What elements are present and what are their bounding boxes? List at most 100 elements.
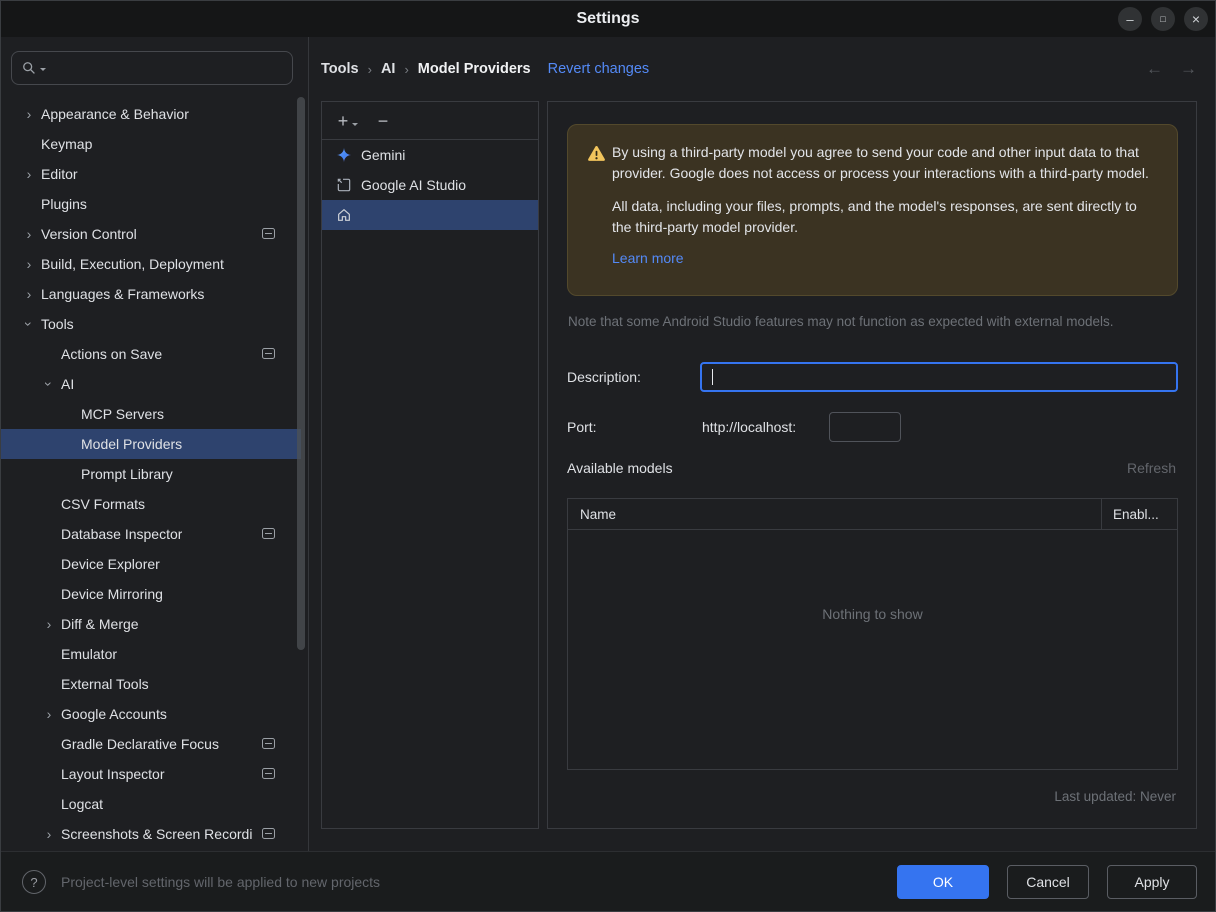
configurable-badge-icon <box>262 228 275 239</box>
sidebar-item-label: Tools <box>41 316 74 332</box>
sidebar-item-device-mirroring[interactable]: Device Mirroring <box>1 579 301 609</box>
settings-window: Settings – □ × › Appearance & Behavior Key… <box>0 0 1216 912</box>
sidebar-item-logcat[interactable]: Logcat <box>1 789 301 819</box>
ok-button[interactable]: OK <box>897 865 989 899</box>
providers-toolbar: + − <box>322 102 538 140</box>
provider-item-new[interactable] <box>322 200 538 230</box>
sidebar-item-gradle-declarative-focus[interactable]: Gradle Declarative Focus <box>1 729 301 759</box>
sidebar-item-label: AI <box>61 376 75 392</box>
sidebar-item-label: Device Mirroring <box>61 586 163 602</box>
sidebar-item-database-inspector[interactable]: Database Inspector <box>1 519 301 549</box>
sidebar-item-model-providers[interactable]: Model Providers <box>1 429 301 459</box>
sidebar-item-label: Appearance & Behavior <box>41 106 189 122</box>
column-header-name[interactable]: Name <box>568 507 616 522</box>
configurable-badge-icon <box>262 768 275 779</box>
sidebar-item-label: Plugins <box>41 196 87 212</box>
chevron-right-icon[interactable]: › <box>37 707 61 721</box>
add-provider-button[interactable]: + <box>335 112 358 130</box>
chevron-right-icon[interactable]: › <box>17 107 41 121</box>
sidebar-scrollbar[interactable] <box>297 97 305 650</box>
sidebar-item-mcp-servers[interactable]: MCP Servers <box>1 399 301 429</box>
sidebar-item-label: External Tools <box>61 676 149 692</box>
forward-icon[interactable]: → <box>1180 59 1197 79</box>
configurable-badge-icon <box>262 348 275 359</box>
gemini-icon <box>336 147 352 163</box>
models-table-header: Name Enabl... <box>568 499 1177 530</box>
search-history-chevron-icon[interactable] <box>40 67 46 74</box>
column-divider[interactable] <box>1101 499 1102 529</box>
sidebar-item-external-tools[interactable]: External Tools <box>1 669 301 699</box>
sidebar-item-label: Emulator <box>61 646 118 662</box>
last-updated-label: Last updated: Never <box>1054 789 1176 804</box>
sidebar-item-emulator[interactable]: Emulator <box>1 639 301 669</box>
port-label: Port: <box>567 419 597 435</box>
footer-hint: Project-level settings will be applied t… <box>61 874 381 890</box>
minimize-button[interactable]: – <box>1118 7 1142 31</box>
sidebar-item-label: Device Explorer <box>61 556 160 572</box>
sidebar-item-languages-frameworks[interactable]: › Languages & Frameworks <box>1 279 301 309</box>
breadcrumb: Tools › AI › Model Providers Revert chan… <box>321 51 649 87</box>
sidebar: › Appearance & Behavior Keymap › Editor Plugi… <box>1 37 309 851</box>
help-icon[interactable]: ? <box>22 870 46 894</box>
warning-icon <box>588 145 605 161</box>
revert-changes-link[interactable]: Revert changes <box>548 61 650 77</box>
chevron-right-icon[interactable]: › <box>17 167 41 181</box>
chevron-down-icon[interactable]: › <box>41 372 57 396</box>
sidebar-item-appearance-behavior[interactable]: › Appearance & Behavior <box>1 99 301 129</box>
sidebar-item-screenshots-screen-recordi[interactable]: › Screenshots & Screen Recordi <box>1 819 301 849</box>
sidebar-item-label: Google Accounts <box>61 706 167 722</box>
sidebar-item-plugins[interactable]: Plugins <box>1 189 301 219</box>
chevron-right-icon[interactable]: › <box>37 827 61 841</box>
sidebar-item-ai[interactable]: › AI <box>1 369 301 399</box>
sidebar-item-csv-formats[interactable]: CSV Formats <box>1 489 301 519</box>
chevron-down-icon[interactable]: › <box>21 312 37 336</box>
chevron-right-icon[interactable]: › <box>17 287 41 301</box>
titlebar[interactable]: Settings – □ × <box>1 1 1215 37</box>
sidebar-item-device-explorer[interactable]: Device Explorer <box>1 549 301 579</box>
models-table-body: Nothing to show <box>568 530 1177 770</box>
description-input[interactable] <box>700 362 1178 392</box>
sidebar-item-label: Keymap <box>41 136 93 152</box>
cancel-button[interactable]: Cancel <box>1007 865 1089 899</box>
models-table: Name Enabl... Nothing to show <box>567 498 1178 770</box>
chevron-right-icon[interactable]: › <box>37 617 61 631</box>
sidebar-item-build-execution-deployment[interactable]: › Build, Execution, Deployment <box>1 249 301 279</box>
refresh-button[interactable]: Refresh <box>1127 460 1176 476</box>
sidebar-item-editor[interactable]: › Editor <box>1 159 301 189</box>
sidebar-item-label: Gradle Declarative Focus <box>61 736 219 752</box>
sidebar-item-prompt-library[interactable]: Prompt Library <box>1 459 301 489</box>
search-input[interactable] <box>11 51 293 85</box>
learn-more-link[interactable]: Learn more <box>612 250 684 266</box>
column-header-enabled[interactable]: Enabl... <box>1113 507 1159 522</box>
breadcrumb-separator-icon: › <box>404 61 409 77</box>
sidebar-item-label: Model Providers <box>81 436 183 452</box>
description-label: Description: <box>567 369 641 385</box>
apply-button[interactable]: Apply <box>1107 865 1197 899</box>
sidebar-item-label: Prompt Library <box>81 466 173 482</box>
provider-item-gemini[interactable]: Gemini <box>322 140 538 170</box>
close-button[interactable]: × <box>1184 7 1208 31</box>
maximize-button[interactable]: □ <box>1151 7 1175 31</box>
text-caret <box>712 369 713 385</box>
breadcrumb-ai[interactable]: AI <box>381 61 396 77</box>
sidebar-item-diff-merge[interactable]: › Diff & Merge <box>1 609 301 639</box>
sidebar-item-actions-on-save[interactable]: Actions on Save <box>1 339 301 369</box>
sidebar-item-keymap[interactable]: Keymap <box>1 129 301 159</box>
sidebar-item-label: Editor <box>41 166 78 182</box>
breadcrumb-tools[interactable]: Tools <box>321 61 359 77</box>
port-input[interactable] <box>829 412 901 442</box>
search-icon <box>22 61 36 75</box>
sidebar-item-label: Logcat <box>61 796 104 812</box>
back-icon[interactable]: ← <box>1146 59 1163 79</box>
provider-item-google-ai-studio[interactable]: Google AI Studio <box>322 170 538 200</box>
window-controls: – □ × <box>1118 7 1208 31</box>
sidebar-item-google-accounts[interactable]: › Google Accounts <box>1 699 301 729</box>
sidebar-item-version-control[interactable]: › Version Control <box>1 219 301 249</box>
chevron-right-icon[interactable]: › <box>17 257 41 271</box>
chevron-right-icon[interactable]: › <box>17 227 41 241</box>
remove-provider-button[interactable]: − <box>375 112 391 130</box>
breadcrumb-model-providers[interactable]: Model Providers <box>418 61 531 77</box>
sidebar-item-layout-inspector[interactable]: Layout Inspector <box>1 759 301 789</box>
sidebar-item-tools[interactable]: › Tools <box>1 309 301 339</box>
sidebar-item-label: Diff & Merge <box>61 616 139 632</box>
